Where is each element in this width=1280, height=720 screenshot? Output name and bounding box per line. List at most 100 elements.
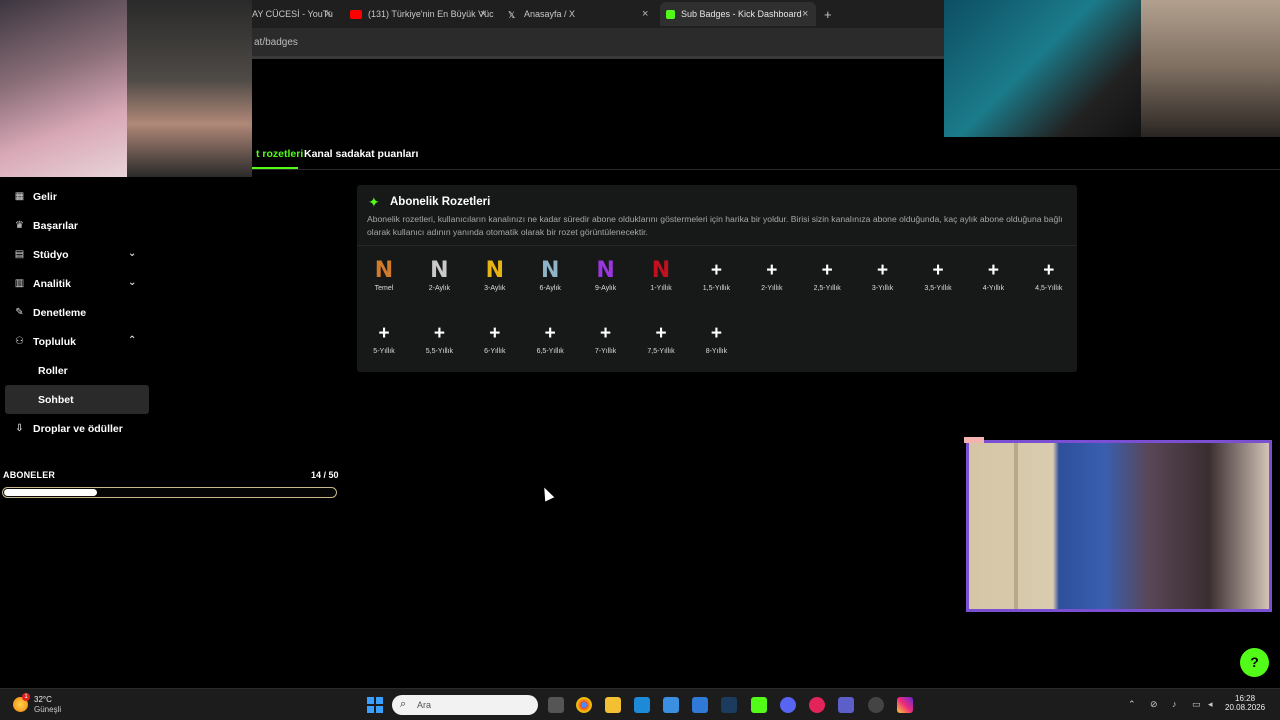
community-icon: ⚇ (15, 336, 24, 347)
badge-slot[interactable]: +5,5-Yıllık (419, 321, 459, 355)
sidebar-item-studio[interactable]: ▤ Stüdyo ⌄ (0, 240, 155, 269)
sidebar-item-analytics[interactable]: ▥ Analitik ⌄ (0, 269, 155, 298)
task-view-icon[interactable] (548, 697, 564, 713)
chrome-icon[interactable] (576, 697, 592, 713)
network-off-icon[interactable]: ⊘ (1150, 699, 1158, 710)
active-tab-underline (252, 167, 298, 169)
support-chat-button[interactable]: ? (1240, 648, 1269, 677)
file-explorer-icon[interactable] (605, 697, 621, 713)
tab-loyalty-points[interactable]: Kanal sadakat puanları (304, 148, 418, 160)
windows-start-icon[interactable] (367, 697, 383, 713)
steam-icon[interactable] (721, 697, 737, 713)
kick-app-icon[interactable] (751, 697, 767, 713)
webcam-overlay-3 (944, 0, 1141, 137)
badge-slot[interactable]: +3-Yıllık (863, 258, 903, 292)
instagram-icon[interactable] (897, 697, 913, 713)
badge-slot[interactable]: +2,5-Yıllık (807, 258, 847, 292)
close-icon[interactable]: × (325, 8, 331, 20)
taskbar-clock[interactable]: 16:28 20.08.2026 (1225, 694, 1265, 712)
tray-overflow-icon[interactable]: ⌃ (1128, 699, 1136, 710)
analytics-icon: ▥ (14, 278, 25, 289)
sparkle-icon: ✦ (368, 194, 380, 210)
sidebar-item-community[interactable]: ⚇ Topluluk ⌃ (0, 327, 155, 356)
browser-tab-2[interactable]: (131) Türkiye'nin En Büyük Vüc × (348, 2, 498, 26)
badge-slot[interactable]: +2-Yıllık (752, 258, 792, 292)
add-badge-icon: + (378, 323, 390, 344)
address-bar[interactable]: at/badges (252, 28, 944, 56)
store-icon[interactable] (663, 697, 679, 713)
badge-slot[interactable]: N 6-Aylık (530, 258, 570, 292)
sidebar-item-roles[interactable]: Roller (5, 356, 149, 385)
add-badge-icon: + (433, 323, 445, 344)
close-icon[interactable]: × (802, 8, 808, 20)
badge-label: 8-Yıllık (705, 348, 728, 355)
close-icon[interactable]: × (642, 8, 648, 20)
mail-icon[interactable] (692, 697, 708, 713)
chevron-down-icon[interactable]: ⌄ (128, 277, 136, 288)
volume-icon[interactable]: ◂ (1208, 699, 1213, 710)
badge-slot[interactable]: N 3-Aylık (475, 258, 515, 292)
badge-label: 5-Yıllık (373, 348, 395, 355)
sidebar-item-moderation[interactable]: ✎ Denetleme (0, 298, 155, 327)
taskbar-search-input[interactable]: ⌕ Ara (392, 695, 538, 715)
drops-icon: ⇩ (15, 423, 24, 434)
chevron-down-icon[interactable]: ⌄ (128, 248, 136, 259)
media-player-icon[interactable] (809, 697, 825, 713)
badge-slot[interactable]: N Temel (364, 258, 404, 292)
search-icon: ⌕ (400, 698, 407, 710)
browser-tab-1[interactable]: AY CÜCESİ - YouTu × (252, 2, 348, 26)
add-badge-icon: + (655, 323, 667, 344)
weather-description[interactable]: Güneşli (34, 705, 61, 714)
badge-label: 7-Yıllık (594, 348, 617, 355)
kick-icon (666, 9, 675, 19)
badge-slot[interactable]: +4-Yıllık (973, 258, 1013, 292)
badge-slot[interactable]: +4,5-Yıllık (1029, 258, 1069, 292)
add-badge-icon: + (821, 260, 833, 281)
weather-temperature[interactable]: 32°C (34, 695, 52, 704)
badge-slot[interactable]: +7-Yıllık (586, 321, 626, 355)
browser-tab-3[interactable]: 𝕏 Anasayfa / X × (508, 2, 658, 26)
badge-slot[interactable]: N 9-Aylık (586, 258, 626, 292)
tab-sub-badges[interactable]: t rozetleri (256, 148, 303, 160)
add-badge-icon: + (766, 260, 778, 281)
tab-title: Anasayfa / X (524, 9, 576, 19)
badge-slot[interactable]: +5-Yıllık (364, 321, 404, 355)
badge-slot[interactable]: +8-Yıllık (696, 321, 736, 355)
sidebar-item-drops[interactable]: ⇩ Droplar ve ödüller (0, 414, 155, 443)
webcam-overlay-5 (966, 440, 1272, 612)
obs-icon[interactable] (868, 697, 884, 713)
webcam-overlay-4 (1141, 0, 1280, 137)
close-icon[interactable]: × (480, 8, 486, 20)
add-badge-icon: + (987, 260, 999, 281)
badge-slot[interactable]: N 2-Aylık (419, 258, 459, 292)
display-icon[interactable]: ▭ (1192, 699, 1201, 710)
browser-tab-bar: AY CÜCESİ - YouTu × (131) Türkiye'nin En… (252, 0, 944, 28)
badge-label: 6-Aylık (539, 285, 561, 292)
sidebar-item-label: Başarılar (33, 219, 78, 232)
chevron-up-icon[interactable]: ⌃ (128, 335, 136, 346)
badge-slot[interactable]: N 1-Yıllık (641, 258, 681, 292)
pc-icon[interactable] (634, 697, 650, 713)
browser-tab-4[interactable]: Sub Badges - Kick Dashboard × (660, 2, 816, 26)
add-badge-icon: + (877, 260, 889, 281)
badge-label: 4,5-Yıllık (1035, 285, 1063, 292)
sidebar-item-revenue[interactable]: ▦ Gelir (0, 182, 155, 211)
discord-icon[interactable] (780, 697, 796, 713)
badge-slot[interactable]: +7,5-Yıllık (641, 321, 681, 355)
microphone-icon[interactable]: ♪ (1172, 699, 1177, 709)
badge-slot[interactable]: +1,5-Yıllık (696, 258, 736, 292)
badge-label: 2,5-Yıllık (813, 285, 841, 292)
sidebar: ▦ Gelir ♛ Başarılar ▤ Stüdyo ⌄ ▥ Analiti… (0, 182, 155, 443)
sidebar-item-achievements[interactable]: ♛ Başarılar (0, 211, 155, 240)
teams-icon[interactable] (838, 697, 854, 713)
subscription-badges-panel: ✦ Abonelik Rozetleri Abonelik rozetleri,… (357, 185, 1077, 372)
badge-slot[interactable]: +6,5-Yıllık (530, 321, 570, 355)
sidebar-item-label: Droplar ve ödüller (33, 422, 123, 435)
plus-icon: + (824, 6, 832, 22)
badge-slot[interactable]: +6-Yıllık (475, 321, 515, 355)
badge-slot[interactable]: +3,5-Yıllık (918, 258, 958, 292)
badge-label: 4-Yıllık (982, 285, 1005, 292)
sidebar-item-chat[interactable]: Sohbet (5, 385, 149, 414)
new-tab-button[interactable]: + (824, 2, 838, 26)
badge-label: 2-Aylık (428, 285, 451, 292)
